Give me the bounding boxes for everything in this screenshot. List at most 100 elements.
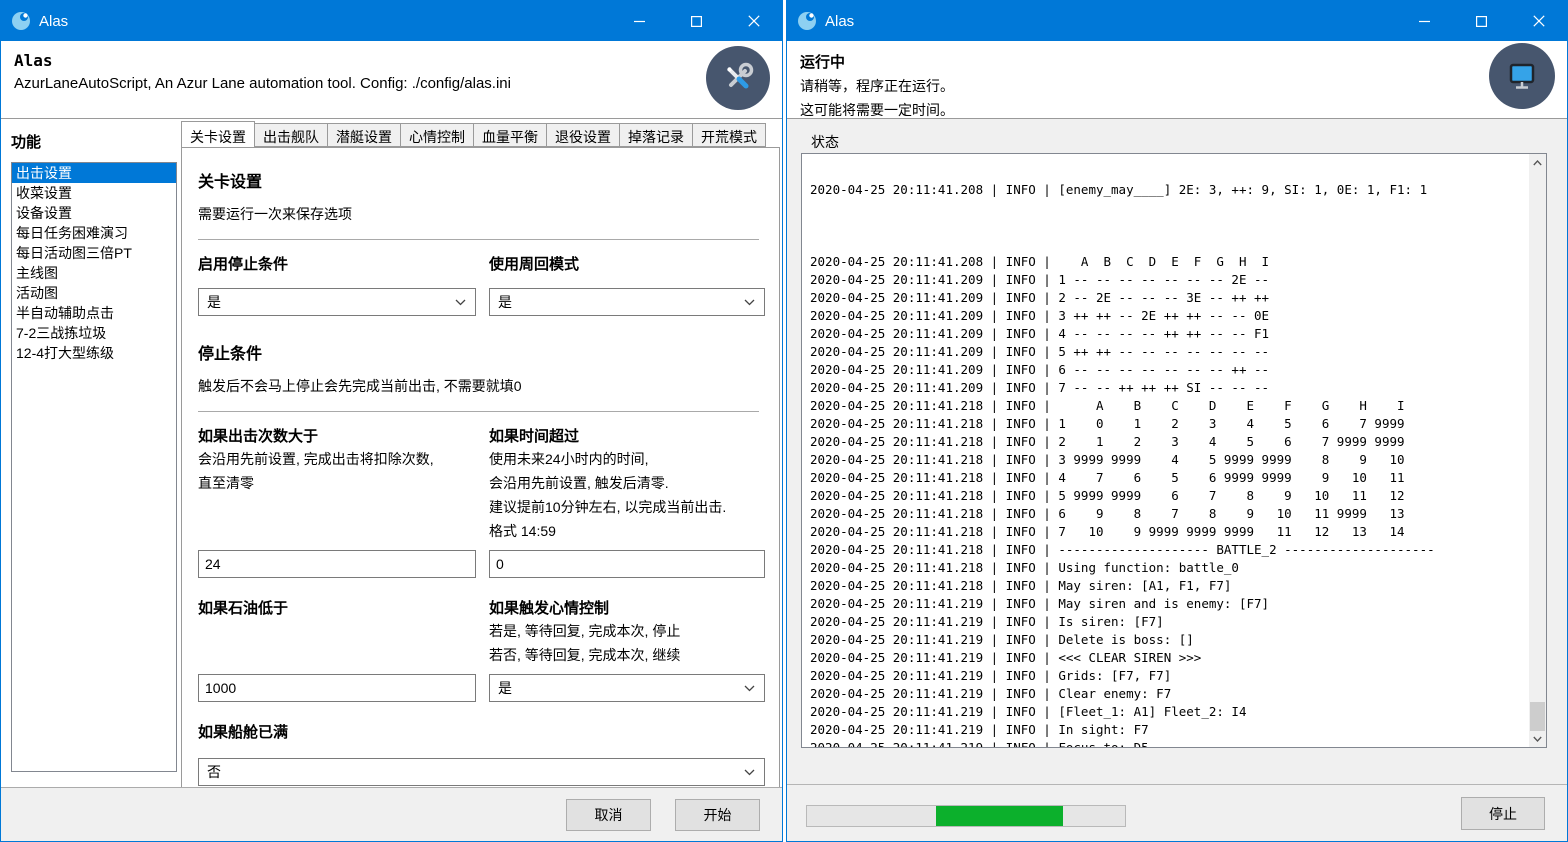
log-line: 2020-04-25 20:11:41.219 | INFO | In sigh… xyxy=(810,721,1529,739)
panel-subtitle: 需要运行一次来保存选项 xyxy=(198,204,759,224)
log-line: 2020-04-25 20:11:41.209 | INFO | 2 -- 2E… xyxy=(810,289,1529,307)
enable-stop-select[interactable]: 是 xyxy=(198,288,476,316)
count-input[interactable] xyxy=(198,550,476,578)
stage-settings-panel: 关卡设置 需要运行一次来保存选项 启用停止条件 是 使用周回模式 是 停止条件 … xyxy=(181,147,780,787)
sidebar-item[interactable]: 半自动辅助点击 xyxy=(12,303,176,323)
titlebar[interactable]: Alas xyxy=(787,1,1567,41)
close-button[interactable] xyxy=(725,1,782,41)
stop-button[interactable]: 停止 xyxy=(1461,797,1545,830)
log-line: 2020-04-25 20:11:41.218 | INFO | 6 9 8 7… xyxy=(810,505,1529,523)
sidebar-item[interactable]: 每日任务困难演习 xyxy=(12,223,176,243)
log-line: 2020-04-25 20:11:41.218 | INFO | Using f… xyxy=(810,559,1529,577)
scrollbar-thumb[interactable] xyxy=(1530,702,1545,731)
tab[interactable]: 出击舰队 xyxy=(255,123,328,147)
chevron-down-icon xyxy=(744,769,755,776)
log-line: 2020-04-25 20:11:41.218 | INFO | 5 9999 … xyxy=(810,487,1529,505)
log-line: 2020-04-25 20:11:41.218 | INFO | 2 1 2 3… xyxy=(810,433,1529,451)
divider xyxy=(198,239,759,240)
cancel-button[interactable]: 取消 xyxy=(566,799,651,831)
footer: 取消 开始 xyxy=(1,787,782,841)
chevron-down-icon xyxy=(744,299,755,306)
tab[interactable]: 潜艇设置 xyxy=(328,123,401,147)
minimize-button[interactable] xyxy=(611,1,668,41)
time-input[interactable] xyxy=(489,550,765,578)
sidebar-item[interactable]: 出击设置 xyxy=(12,163,176,183)
oil-field: 如果石油低于 xyxy=(198,590,476,702)
window-title: Alas xyxy=(39,13,68,30)
log-line: 2020-04-25 20:11:41.219 | INFO | <<< CLE… xyxy=(810,649,1529,667)
log-line: 2020-04-25 20:11:41.219 | INFO | Grids: … xyxy=(810,667,1529,685)
run-header: 运行中 请稍等，程序正在运行。 这可能将需要一定时间。 xyxy=(787,41,1567,119)
log-line: 2020-04-25 20:11:41.218 | INFO | A B C D… xyxy=(810,397,1529,415)
log-line: 2020-04-25 20:11:41.219 | INFO | May sir… xyxy=(810,595,1529,613)
oil-input[interactable] xyxy=(198,674,476,702)
config-window: Alas Alas AzurLaneAutoScript, An Azur La… xyxy=(0,0,783,842)
chevron-down-icon xyxy=(1533,736,1542,742)
field-desc: 建议提前10分钟左右, 以完成当前出击. xyxy=(489,497,765,518)
loop-mode-field: 使用周回模式 是 xyxy=(489,246,765,316)
start-button[interactable]: 开始 xyxy=(675,799,760,831)
maximize-button[interactable] xyxy=(1453,1,1510,41)
selected-value: 是 xyxy=(498,678,512,698)
log-line: 2020-04-25 20:11:41.209 | INFO | 5 ++ ++… xyxy=(810,343,1529,361)
emotion-select[interactable]: 是 xyxy=(489,674,765,702)
section-heading: 停止条件 xyxy=(198,340,759,364)
field-desc: 直至清零 xyxy=(198,473,476,494)
chevron-down-icon xyxy=(455,299,466,306)
minimize-icon xyxy=(1419,16,1430,27)
field-label: 如果出击次数大于 xyxy=(198,425,476,446)
log-line: 2020-04-25 20:11:41.219 | INFO | Focus t… xyxy=(810,739,1529,747)
maximize-button[interactable] xyxy=(668,1,725,41)
status-label: 状态 xyxy=(811,132,1567,152)
scroll-down-button[interactable] xyxy=(1529,730,1546,747)
sidebar-item[interactable]: 收菜设置 xyxy=(12,183,176,203)
sidebar-item[interactable]: 设备设置 xyxy=(12,203,176,223)
sidebar-item[interactable]: 主线图 xyxy=(12,263,176,283)
tab[interactable]: 开荒模式 xyxy=(693,123,766,147)
time-field: 如果时间超过 使用未来24小时内的时间, 会沿用先前设置, 触发后清零. 建议提… xyxy=(489,418,765,578)
sidebar-item[interactable]: 每日活动图三倍PT xyxy=(12,243,176,263)
chevron-down-icon xyxy=(744,685,755,692)
sidebar-item[interactable]: 活动图 xyxy=(12,283,176,303)
titlebar[interactable]: Alas xyxy=(1,1,782,41)
dock-field: 如果船舱已满 否 xyxy=(198,714,765,786)
emotion-field: 如果触发心情控制 若是, 等待回复, 完成本次, 停止 若否, 等待回复, 完成… xyxy=(489,590,765,702)
close-icon xyxy=(1533,15,1545,27)
app-subtitle: AzurLaneAutoScript, An Azur Lane automat… xyxy=(14,75,782,92)
monitor-avatar xyxy=(1489,43,1555,109)
tab[interactable]: 掉落记录 xyxy=(620,123,693,147)
loop-mode-select[interactable]: 是 xyxy=(489,288,765,316)
tab[interactable]: 心情控制 xyxy=(401,123,474,147)
log-line: 2020-04-25 20:11:41.218 | INFO | -------… xyxy=(810,541,1529,559)
maximize-icon xyxy=(691,16,702,27)
field-desc: 会沿用先前设置, 完成出击将扣除次数, xyxy=(198,449,476,470)
dock-select[interactable]: 否 xyxy=(198,758,765,786)
log-line: 2020-04-25 20:11:41.209 | INFO | 1 -- --… xyxy=(810,271,1529,289)
selected-value: 是 xyxy=(207,292,221,312)
form-row: 如果船舱已满 否 xyxy=(198,714,759,786)
field-label: 如果时间超过 xyxy=(489,425,765,446)
scroll-up-button[interactable] xyxy=(1529,154,1546,171)
field-label: 如果石油低于 xyxy=(198,597,476,618)
tab[interactable]: 血量平衡 xyxy=(474,123,547,147)
sidebar-item[interactable]: 12-4打大型练级 xyxy=(12,343,176,363)
tab[interactable]: 退役设置 xyxy=(547,123,620,147)
log-line: 2020-04-25 20:11:41.218 | INFO | 4 7 6 5… xyxy=(810,469,1529,487)
divider xyxy=(198,411,759,412)
field-label: 使用周回模式 xyxy=(489,253,765,274)
minimize-button[interactable] xyxy=(1396,1,1453,41)
log-line: 2020-04-25 20:11:41.208 | INFO | A B C D… xyxy=(810,253,1529,271)
field-desc: 格式 14:59 xyxy=(489,521,765,542)
runner-window: Alas 运行中 请稍等，程序正在运行。 这可能将需要一定时间。 状态 xyxy=(786,0,1568,842)
close-button[interactable] xyxy=(1510,1,1567,41)
close-icon xyxy=(748,15,760,27)
log-content: 2020-04-25 20:11:41.208 | INFO | [enemy_… xyxy=(802,153,1529,747)
window-title: Alas xyxy=(825,13,854,30)
field-label: 如果触发心情控制 xyxy=(489,597,765,618)
status-area: 状态 2020-04-25 20:11:41.208 | INFO | [ene… xyxy=(787,119,1567,841)
tab[interactable]: 关卡设置 xyxy=(181,121,255,147)
sidebar-item[interactable]: 7-2三战拣垃圾 xyxy=(12,323,176,343)
run-footer: 停止 xyxy=(787,784,1567,841)
scrollbar[interactable] xyxy=(1529,154,1546,747)
form-row: 如果石油低于 如果触发心情控制 若是, 等待回复, 完成本次, 停止 若否, 等… xyxy=(198,590,759,702)
